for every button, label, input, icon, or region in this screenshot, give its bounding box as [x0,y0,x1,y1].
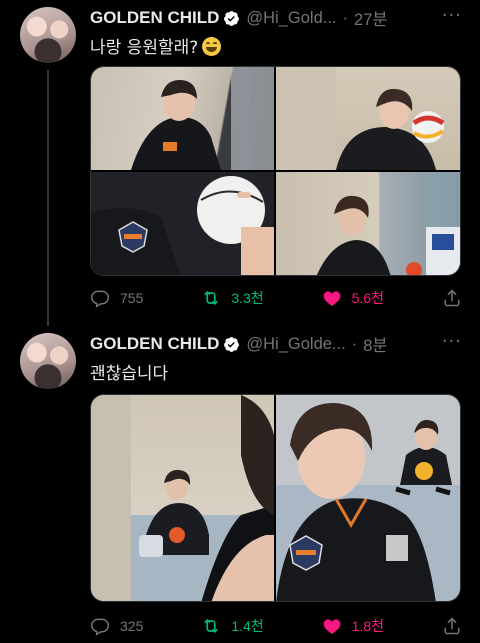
timestamp[interactable]: 8분 [363,332,387,356]
timestamp[interactable]: 27분 [354,6,388,30]
tweet-actions: 325 1.4천 1.8천 [90,616,462,636]
share-button[interactable] [442,616,462,636]
like-count: 5.6천 [351,290,385,306]
share-icon [444,289,460,307]
separator-dot: · [342,8,349,27]
photo-2-art [276,395,460,601]
photo-2[interactable] [276,395,460,601]
separator-dot: · [351,334,358,353]
retweet-button[interactable]: 3.3천 [201,288,264,308]
like-button[interactable]: 5.6천 [322,288,384,308]
tweet-text: 나랑 응원할래? [90,33,222,58]
like-count: 1.8천 [351,618,385,634]
more-icon[interactable]: ··· [442,331,462,352]
photo-4[interactable] [276,172,460,275]
photo-1[interactable] [91,395,274,601]
photo-grid [90,66,461,276]
avatar[interactable] [20,333,76,389]
photo-1[interactable] [91,67,274,170]
tweet-header: GOLDEN CHILD @Hi_Golde... · 8분 [90,332,388,356]
like-icon [323,291,341,306]
tweet-text-content: 괜찮습니다 [90,364,169,384]
more-icon[interactable]: ··· [442,5,462,26]
photo-2-art [276,67,445,170]
verified-badge-icon [224,10,240,26]
retweet-icon [204,618,219,634]
retweet-count: 3.3천 [231,290,264,306]
photo-grid [90,394,461,602]
tweet-text: 괜찮습니다 [90,359,168,384]
tweet[interactable]: GOLDEN CHILD @Hi_Gold... · 27분 ··· 나랑 응원… [0,0,480,326]
tweet-actions: 755 3.3천 5.6천 [90,288,462,308]
reply-button[interactable]: 325 [90,616,143,636]
grinning-squinting-face-emoji [202,37,222,56]
like-icon [323,619,341,634]
share-button[interactable] [442,288,462,308]
like-button[interactable]: 1.8천 [322,616,384,636]
verified-badge-icon [224,336,240,352]
display-name[interactable]: GOLDEN CHILD [90,8,219,28]
display-name[interactable]: GOLDEN CHILD [90,334,219,354]
tweet[interactable]: GOLDEN CHILD @Hi_Golde... · 8분 ··· 괜찮습니다 [0,326,480,643]
reply-button[interactable]: 755 [90,288,143,308]
reply-count: 755 [120,290,144,306]
tweet-header: GOLDEN CHILD @Hi_Gold... · 27분 [90,6,388,30]
photo-3[interactable] [91,172,274,275]
photo-1-art [91,395,274,601]
avatar[interactable] [20,7,76,63]
retweet-button[interactable]: 1.4천 [201,616,264,636]
handle[interactable]: @Hi_Golde... [246,335,345,354]
retweet-icon [204,290,219,306]
photo-2[interactable] [276,67,460,170]
retweet-count: 1.4천 [231,618,264,634]
reply-icon [90,290,110,308]
photo-1-art [131,67,274,170]
share-icon [444,617,460,635]
reply-icon [90,618,110,636]
reply-count: 325 [120,618,144,634]
photo-3-art [91,172,274,275]
photo-4-art [316,172,460,275]
tweet-text-content: 나랑 응원할래? [90,38,199,58]
handle[interactable]: @Hi_Gold... [246,9,336,28]
